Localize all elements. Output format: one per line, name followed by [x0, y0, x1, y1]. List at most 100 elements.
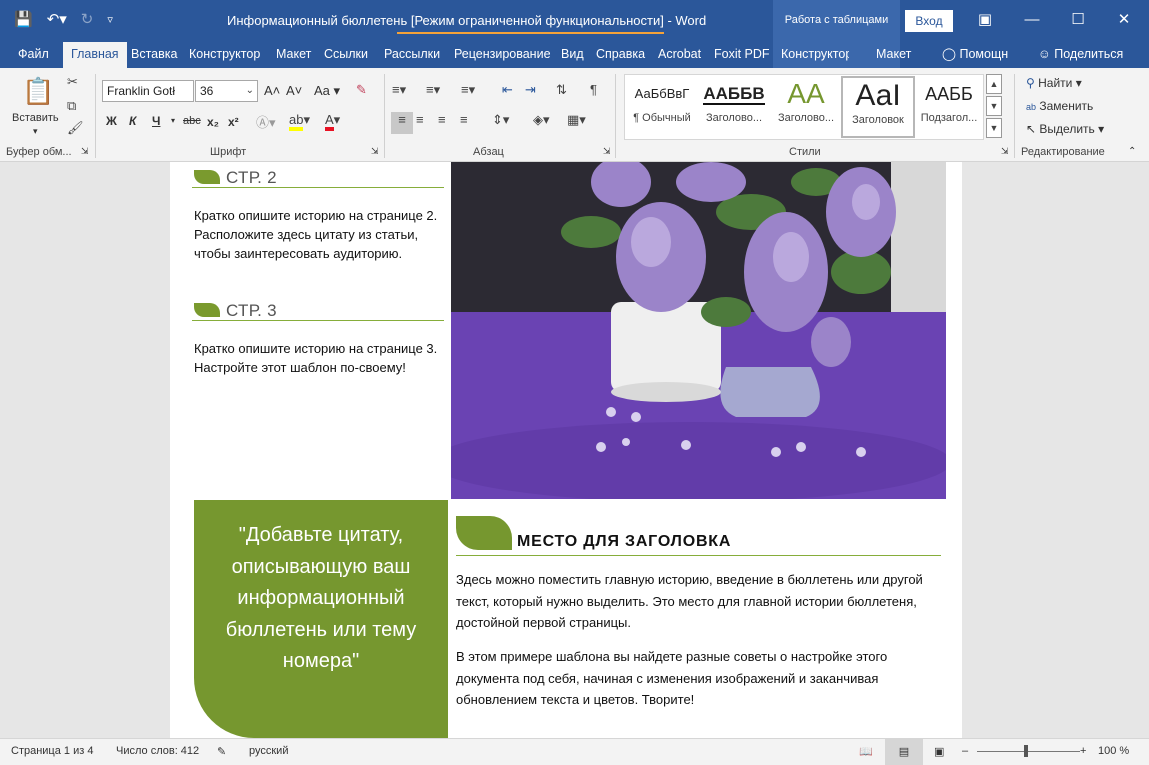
divider: [1014, 74, 1015, 158]
cursor-icon: ↖: [1026, 122, 1037, 136]
proofing-icon[interactable]: ✎: [217, 745, 226, 758]
tab-tell-me[interactable]: ◯ Помощн: [934, 42, 1016, 68]
underline-button[interactable]: Ч: [152, 114, 160, 128]
shading-icon[interactable]: ◈▾: [533, 112, 550, 128]
bullets-icon[interactable]: ≡▾: [392, 82, 406, 98]
read-mode-icon[interactable]: 📖: [859, 745, 873, 758]
tab-table-design[interactable]: Конструктор: [773, 42, 852, 68]
replace-button[interactable]: ab Заменить: [1026, 99, 1093, 113]
find-button[interactable]: ⚲ Найти ▾: [1026, 76, 1082, 90]
show-formatting-icon[interactable]: ¶: [590, 82, 597, 97]
tab-file[interactable]: Файл: [10, 42, 57, 68]
shrink-font-button[interactable]: A˅: [286, 83, 302, 98]
decrease-indent-icon[interactable]: ⇤: [502, 82, 513, 98]
font-name-select[interactable]: Franklin Gotł: [102, 80, 194, 102]
bold-button[interactable]: Ж: [106, 114, 117, 128]
zoom-slider-thumb[interactable]: [1024, 745, 1028, 757]
copy-icon[interactable]: ⧉: [67, 98, 76, 114]
borders-icon[interactable]: ▦▾: [567, 112, 586, 128]
zoom-slider-track[interactable]: [977, 751, 1080, 752]
tab-view[interactable]: Вид: [553, 42, 592, 68]
italic-button[interactable]: К: [129, 114, 136, 128]
multilevel-list-icon[interactable]: ≡▾: [461, 82, 475, 98]
language-indicator[interactable]: русский: [249, 745, 288, 757]
clipboard-group-label: Буфер обм...: [6, 146, 72, 158]
format-painter-icon[interactable]: 🖌: [67, 120, 84, 136]
login-button[interactable]: Вход: [905, 10, 953, 32]
paste-button[interactable]: Вставить: [12, 112, 59, 124]
clear-formatting-icon[interactable]: ✎: [356, 82, 367, 98]
zoom-level[interactable]: 100 %: [1098, 745, 1129, 757]
clipboard-launcher-icon[interactable]: ⇲: [81, 146, 89, 157]
style-heading2[interactable]: АА Заголово...: [769, 76, 843, 138]
lightbulb-icon: ◯: [942, 47, 956, 61]
close-icon[interactable]: ✕: [1109, 6, 1139, 34]
main-heading: МЕСТО ДЛЯ ЗАГОЛОВКА: [456, 516, 941, 556]
tab-mailings[interactable]: Рассылки: [376, 42, 448, 68]
undo-icon[interactable]: ↶▾: [47, 10, 67, 30]
increase-indent-icon[interactable]: ⇥: [525, 82, 536, 98]
style-subtitle[interactable]: ААББ Подзагол...: [912, 76, 986, 138]
tab-layout[interactable]: Макет: [268, 42, 319, 68]
align-left-icon[interactable]: ≡: [391, 112, 413, 134]
sort-icon[interactable]: ⇅: [556, 82, 567, 98]
align-center-icon[interactable]: ≡: [416, 112, 424, 127]
zoom-out-icon[interactable]: –: [962, 745, 968, 757]
web-layout-icon[interactable]: ▣: [934, 745, 944, 758]
line-spacing-icon[interactable]: ⇕▾: [492, 112, 509, 128]
tab-table-layout[interactable]: Макет: [849, 42, 911, 68]
highlight-icon[interactable]: ab▾: [289, 112, 310, 131]
text-effects-icon[interactable]: Ⓐ▾: [256, 112, 276, 131]
tab-review[interactable]: Рецензирование: [446, 42, 559, 68]
font-size-select[interactable]: 36 ⌄: [195, 80, 258, 102]
underline-dropdown-icon[interactable]: ▾: [171, 116, 175, 125]
share-button[interactable]: ☺ Поделиться: [1030, 42, 1131, 68]
pull-quote: "Добавьте цитату, описывающую ваш информ…: [194, 500, 448, 738]
tab-references[interactable]: Ссылки: [316, 42, 376, 68]
style-normal[interactable]: АаБбВвГ ¶ Обычный: [625, 76, 699, 138]
redo-icon[interactable]: ↻: [81, 10, 94, 30]
numbering-icon[interactable]: ≡▾: [426, 82, 440, 98]
main-paragraph: В этом примере шаблона вы найдете разные…: [456, 649, 888, 707]
style-heading1[interactable]: ААББВ Заголово...: [697, 76, 771, 138]
paste-dropdown-icon[interactable]: ▾: [33, 126, 38, 137]
align-right-icon[interactable]: ≡: [438, 112, 446, 127]
superscript-button[interactable]: x²: [228, 115, 239, 129]
subscript-button[interactable]: x₂: [207, 115, 219, 129]
grow-font-button[interactable]: A˄: [264, 83, 280, 98]
minimize-icon[interactable]: —: [1017, 6, 1047, 34]
tab-acrobat[interactable]: Acrobat: [650, 42, 709, 68]
ribbon-display-icon[interactable]: ▣: [970, 6, 1000, 34]
tab-home[interactable]: Главная: [63, 42, 127, 68]
styles-scroll-up-icon[interactable]: ▲: [986, 74, 1002, 94]
lilac-photo[interactable]: [451, 162, 946, 499]
chevron-down-icon: ⌄: [245, 85, 254, 96]
change-case-button[interactable]: Aa ▾: [314, 83, 340, 99]
paragraph-launcher-icon[interactable]: ⇲: [603, 146, 611, 157]
select-button[interactable]: ↖ Выделить ▾: [1026, 122, 1104, 136]
styles-launcher-icon[interactable]: ⇲: [1001, 146, 1009, 157]
tab-foxit[interactable]: Foxit PDF: [706, 42, 778, 68]
style-title[interactable]: АаI Заголовок: [841, 76, 915, 138]
save-icon[interactable]: 💾: [14, 10, 33, 30]
paste-icon[interactable]: 📋: [22, 76, 54, 108]
word-count[interactable]: Число слов: 412: [116, 745, 199, 757]
customize-icon[interactable]: ▿: [107, 10, 113, 30]
page-counter[interactable]: Страница 1 из 4: [11, 745, 93, 757]
tab-help[interactable]: Справка: [588, 42, 653, 68]
maximize-icon[interactable]: ☐: [1063, 6, 1093, 34]
cut-icon[interactable]: ✂: [67, 74, 78, 90]
document-area[interactable]: СТР. 2 Кратко опишите историю на страниц…: [0, 162, 1149, 738]
document-page[interactable]: СТР. 2 Кратко опишите историю на страниц…: [170, 162, 962, 738]
font-launcher-icon[interactable]: ⇲: [371, 146, 379, 157]
print-layout-icon[interactable]: ▤: [885, 739, 923, 765]
strikethrough-button[interactable]: abc: [183, 115, 201, 127]
collapse-ribbon-icon[interactable]: ⌃: [1128, 146, 1136, 157]
justify-icon[interactable]: ≡: [460, 112, 468, 127]
tab-insert[interactable]: Вставка: [123, 42, 185, 68]
styles-scroll-down-icon[interactable]: ▼: [986, 96, 1002, 116]
zoom-in-icon[interactable]: +: [1080, 745, 1086, 757]
styles-more-icon[interactable]: ▼: [986, 118, 1002, 138]
tab-design[interactable]: Конструктор: [181, 42, 268, 68]
font-color-icon[interactable]: A▾: [325, 112, 340, 131]
